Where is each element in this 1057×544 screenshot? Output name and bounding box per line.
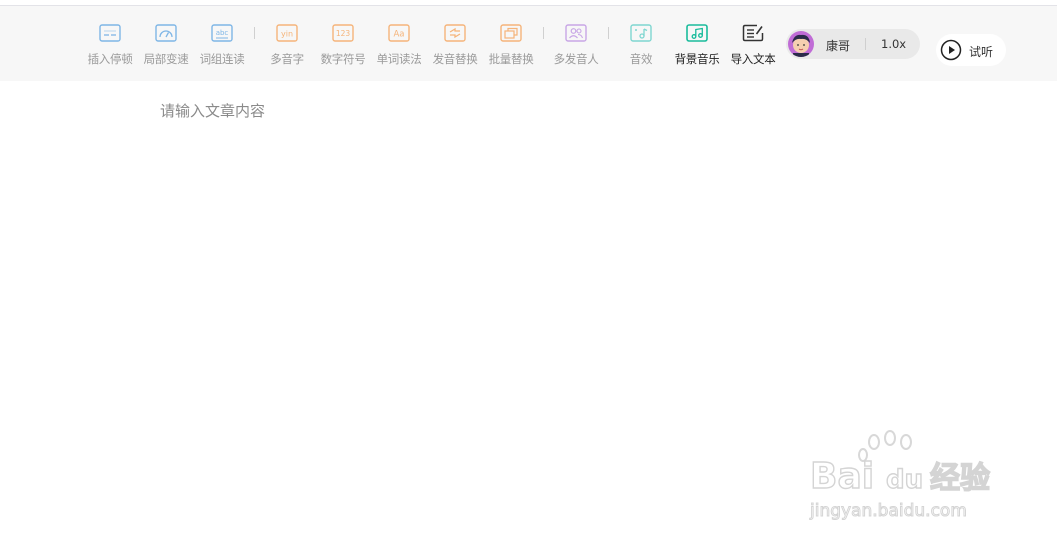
- listen-label: 试听: [969, 45, 994, 59]
- svg-text:经验: 经验: [930, 461, 990, 496]
- voice-speed[interactable]: 1.0x: [881, 37, 906, 51]
- import-text-label: 导入文本: [730, 52, 776, 66]
- voice-name: 康哥: [826, 39, 851, 53]
- svg-text:yin: yin: [281, 30, 293, 39]
- speed-gauge-icon: [155, 24, 177, 42]
- voice-divider: [865, 38, 866, 50]
- number-symbol-label: 数字符号: [320, 52, 366, 66]
- pronounce-replace-button[interactable]: 发音替换: [426, 6, 484, 81]
- batch-replace-button[interactable]: 批量替换: [482, 6, 540, 81]
- sound-effect-label: 音效: [629, 52, 653, 66]
- svg-text:123: 123: [336, 29, 351, 38]
- insert-pause-icon: [99, 24, 121, 42]
- insert-pause-button[interactable]: 插入停顿: [81, 6, 139, 81]
- svg-text:Bai: Bai: [810, 456, 874, 497]
- word-reading-label: 单词读法: [376, 52, 422, 66]
- local-speed-button[interactable]: 局部变速: [137, 6, 195, 81]
- editor-placeholder: 请输入文章内容: [160, 102, 266, 120]
- play-icon: [940, 39, 962, 61]
- toolbar-separator: [608, 27, 609, 39]
- number-123-icon: 123: [332, 24, 354, 42]
- pronounce-replace-label: 发音替换: [432, 52, 478, 66]
- svg-text:Aa: Aa: [393, 30, 404, 40]
- baidu-jingyan-watermark: Bai du 经验 jingyan.baidu.com: [809, 430, 991, 522]
- phrase-link-button[interactable]: abc 词组连读: [193, 6, 251, 81]
- background-music-label: 背景音乐: [674, 52, 720, 66]
- word-reading-button[interactable]: Aa 单词读法: [370, 6, 428, 81]
- listen-button[interactable]: 试听: [936, 34, 1006, 66]
- background-music-button[interactable]: 背景音乐: [668, 6, 726, 81]
- svg-text:jingyan.baidu.com: jingyan.baidu.com: [809, 501, 967, 521]
- aa-icon: Aa: [388, 24, 410, 42]
- multi-speaker-icon: [565, 24, 587, 42]
- polyphone-label: 多音字: [270, 52, 304, 66]
- pronounce-replace-icon: [444, 24, 466, 42]
- phrase-link-label: 词组连读: [199, 52, 245, 66]
- multi-speaker-button[interactable]: 多发音人: [547, 6, 605, 81]
- insert-pause-label: 插入停顿: [87, 52, 133, 66]
- number-symbol-button[interactable]: 123 数字符号: [314, 6, 372, 81]
- batch-replace-icon: [500, 24, 522, 42]
- voice-selector[interactable]: 康哥 1.0x: [786, 29, 920, 59]
- svg-text:abc: abc: [216, 29, 229, 37]
- multi-speaker-label: 多发音人: [553, 52, 599, 66]
- polyphone-button[interactable]: yin 多音字: [258, 6, 316, 81]
- import-text-button[interactable]: 导入文本: [724, 6, 782, 81]
- avatar: [788, 31, 814, 57]
- toolbar-separator: [543, 27, 544, 39]
- abc-icon: abc: [211, 24, 233, 42]
- editor-toolbar: 插入停顿 局部变速 abc 词组连读 yin 多音字 123 数字符号 Aa 单…: [0, 6, 1057, 81]
- toolbar-separator: [254, 27, 255, 39]
- local-speed-label: 局部变速: [143, 52, 189, 66]
- yin-icon: yin: [276, 24, 298, 42]
- batch-replace-label: 批量替换: [488, 52, 534, 66]
- import-text-icon: [742, 24, 764, 42]
- sound-effect-button[interactable]: 音效: [612, 6, 670, 81]
- svg-text:du: du: [886, 465, 923, 495]
- background-music-icon: [686, 24, 708, 42]
- sound-effect-icon: [630, 24, 652, 42]
- article-editor[interactable]: 请输入文章内容: [160, 100, 1020, 440]
